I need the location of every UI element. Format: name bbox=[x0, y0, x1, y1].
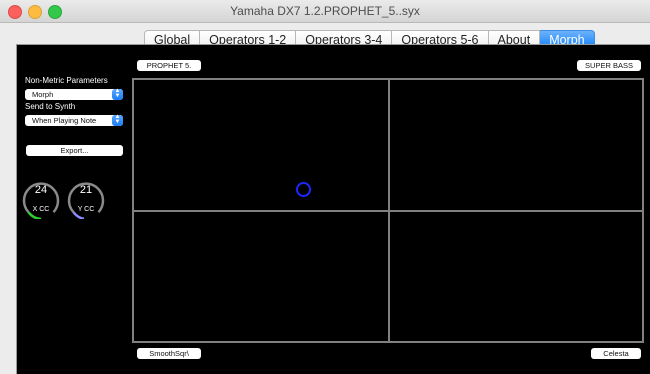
x-cc-knob[interactable]: 24 X CC bbox=[22, 175, 60, 219]
morph-xy-pad[interactable] bbox=[132, 78, 644, 343]
y-cc-knob[interactable]: 21 Y CC bbox=[67, 175, 105, 219]
non-metric-parameters-value: Morph bbox=[32, 90, 54, 99]
y-cc-label: Y CC bbox=[77, 206, 95, 213]
window-title: Yamaha DX7 1.2.PROPHET_5..syx bbox=[230, 4, 420, 18]
send-to-synth-label: Send to Synth bbox=[25, 102, 76, 111]
x-cc-knob-fill bbox=[27, 211, 42, 219]
non-metric-parameters-select[interactable]: Morph ▲ ▼ bbox=[25, 88, 123, 100]
preset-bottom-left-button[interactable]: SmoothSqr\ bbox=[137, 348, 201, 359]
x-cc-value: 24 bbox=[34, 184, 48, 196]
chevron-updown-icon: ▲ ▼ bbox=[112, 114, 123, 126]
y-cc-knob-fill bbox=[72, 211, 85, 219]
y-cc-value: 21 bbox=[79, 184, 93, 196]
chevron-updown-icon: ▲ ▼ bbox=[112, 88, 123, 100]
export-button[interactable]: Export... bbox=[26, 145, 123, 156]
preset-bottom-right-button[interactable]: Celesta bbox=[591, 348, 641, 359]
send-to-synth-value: When Playing Note bbox=[32, 116, 97, 125]
send-to-synth-select[interactable]: When Playing Note ▲ ▼ bbox=[25, 114, 123, 126]
x-cc-label: X CC bbox=[32, 206, 50, 213]
preset-top-right-button[interactable]: SUPER BASS bbox=[577, 60, 641, 71]
title-bar: Yamaha DX7 1.2.PROPHET_5..syx bbox=[0, 0, 650, 23]
preset-top-left-button[interactable]: PROPHET 5. bbox=[137, 60, 201, 71]
morph-position-cursor[interactable] bbox=[296, 182, 311, 197]
non-metric-parameters-label: Non-Metric Parameters bbox=[25, 76, 108, 85]
morph-panel: Non-Metric Parameters Morph ▲ ▼ Send to S… bbox=[16, 44, 650, 374]
pad-horizontal-divider bbox=[134, 210, 642, 212]
